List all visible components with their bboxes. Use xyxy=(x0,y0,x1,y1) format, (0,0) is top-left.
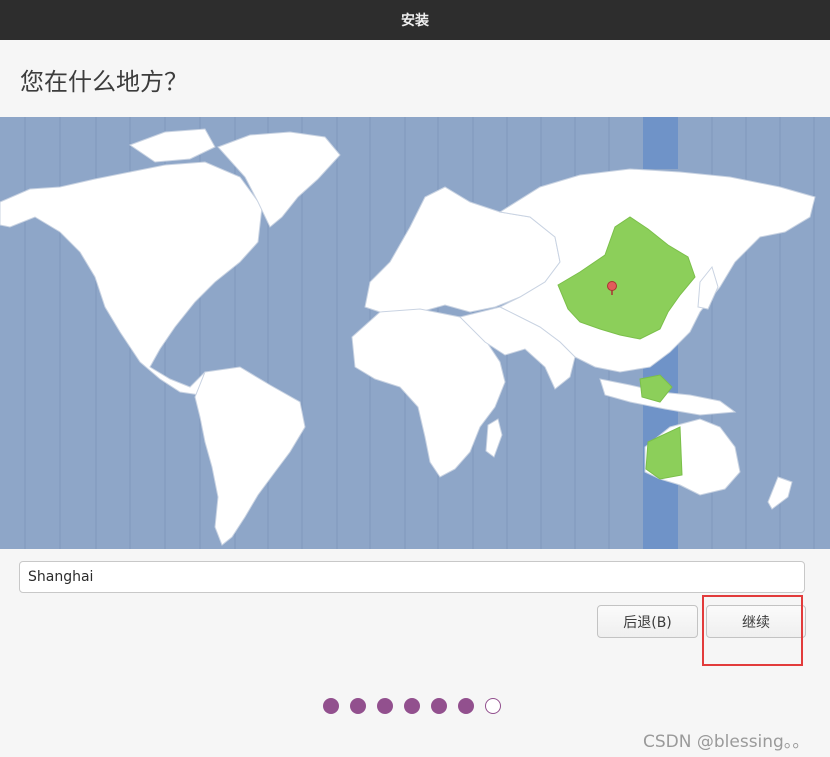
landmass-madagascar xyxy=(485,418,503,458)
continent-north-america xyxy=(0,161,263,396)
back-button-label: 后退(B) xyxy=(623,614,672,631)
landmass-arctic-islands xyxy=(128,128,216,163)
progress-dot xyxy=(350,698,366,714)
continue-button[interactable]: 继续 xyxy=(706,605,806,638)
progress-dot xyxy=(431,698,447,714)
title-bar: 安装 xyxy=(0,0,830,40)
progress-dot xyxy=(377,698,393,714)
selected-timezone-band xyxy=(643,117,678,169)
watermark: CSDN @blessing。。 xyxy=(643,732,810,752)
installer-window: 安装 您在什么地方？ Shanghai 后退(B) 继续 CSDN @bless… xyxy=(0,0,830,757)
continent-south-america xyxy=(194,366,306,546)
back-button[interactable]: 后退(B) xyxy=(597,605,698,638)
progress-dot xyxy=(458,698,474,714)
progress-dot xyxy=(404,698,420,714)
progress-dot-current xyxy=(485,698,501,714)
window-title: 安装 xyxy=(401,13,429,29)
progress-dots xyxy=(323,698,501,714)
continue-button-label: 继续 xyxy=(742,614,770,631)
progress-dot xyxy=(323,698,339,714)
page-title: 您在什么地方？ xyxy=(20,68,188,96)
location-input[interactable] xyxy=(19,561,805,593)
world-map-graphic[interactable] xyxy=(0,117,830,549)
timezone-map[interactable] xyxy=(0,117,830,549)
